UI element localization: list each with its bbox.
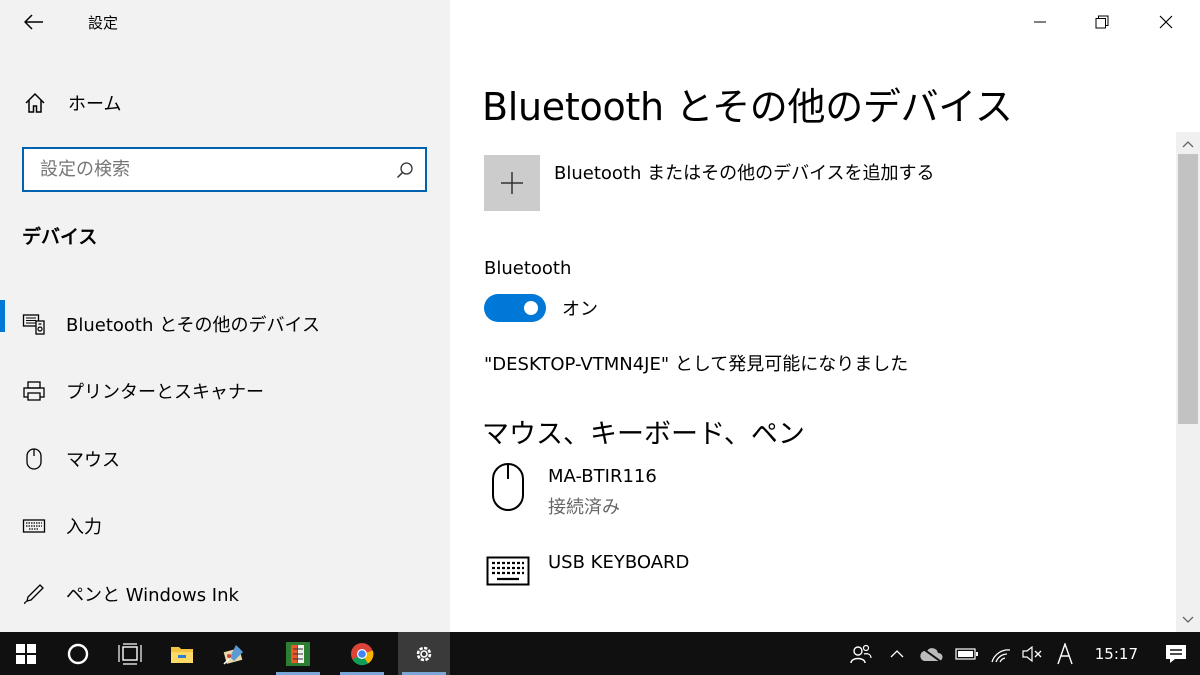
clock[interactable]: 15:17 [1081,632,1152,675]
cortana-circle-icon [67,643,89,664]
close-icon [1159,15,1173,29]
minimize-button[interactable] [1008,0,1072,44]
sidebar-item-label: ペンと Windows Ink [66,584,239,606]
sidebar-item-mouse[interactable]: マウス [0,425,450,493]
home-label: ホーム [68,94,122,115]
volume-muted-icon [1022,645,1042,662]
task-view-icon [118,642,142,665]
taskbar-settings[interactable] [398,632,450,675]
sidebar-item-label: マウス [66,449,120,471]
gear-icon [416,646,432,661]
sidebar-nav: Bluetooth とその他のデバイス プリンターとスキャナー マウス 入力 ペ… [0,290,450,628]
device-name: MA-BTIR116 [548,466,657,487]
window-title: 設定 [88,14,119,32]
chevron-up-icon [1182,141,1194,148]
section-title: デバイス [22,226,98,248]
start-button[interactable] [0,632,52,675]
mouse-icon [22,447,46,471]
bluetooth-toggle[interactable] [484,294,546,322]
ime-indicator-icon [1057,642,1073,664]
notification-icon [1166,644,1186,663]
toggle-knob [524,301,538,315]
minimize-icon [1034,21,1046,23]
device-status: 接続済み [548,497,620,518]
show-hidden-icons-button[interactable] [881,632,913,675]
sidebar-item-pen[interactable]: ペンと Windows Ink [0,560,450,628]
sidebar-item-label: プリンターとスキャナー [66,382,264,404]
chrome-icon [351,642,374,665]
device-item-mouse[interactable]: MA-BTIR116 接続済み [484,462,657,519]
wifi-icon [991,648,1010,662]
sidebar-item-printers[interactable]: プリンターとスキャナー [0,358,450,426]
device-group-title: マウス、キーボード、ペン [482,419,805,450]
device-name: USB KEYBOARD [548,552,690,573]
page-title: Bluetooth とその他のデバイス [482,85,1013,129]
restore-button[interactable] [1070,0,1134,44]
paint-palette-icon [223,644,243,665]
taskbar-chrome[interactable] [336,632,388,675]
discoverable-text: "DESKTOP-VTMN4JE" として発見可能になりました [484,354,909,375]
input-indicator-button[interactable] [1049,632,1081,675]
home-nav-item[interactable]: ホーム [22,88,121,118]
onedrive-tray-button[interactable] [913,632,949,675]
task-view-button[interactable] [104,632,156,675]
windows-logo-icon [16,643,36,664]
printer-icon [22,379,46,403]
scroll-up-button[interactable] [1176,132,1200,156]
vertical-scrollbar[interactable] [1176,132,1200,632]
folder-icon [171,646,193,663]
add-device-tile[interactable] [484,155,540,211]
plus-icon [501,172,523,194]
keyboard-icon [22,514,46,538]
add-device-button[interactable]: Bluetooth またはその他のデバイスを追加する [484,155,935,211]
people-icon [850,644,872,663]
scroll-thumb[interactable] [1178,154,1198,424]
back-arrow-icon [24,14,43,30]
chevron-down-icon [1182,616,1194,623]
bluetooth-label: Bluetooth [484,258,572,279]
taskbar-pinned-app[interactable] [272,632,324,675]
search-input[interactable] [24,149,385,190]
add-device-label: Bluetooth またはその他のデバイスを追加する [554,163,935,184]
scroll-down-button[interactable] [1176,608,1200,632]
network-tray-button[interactable] [985,632,1017,675]
mouse-icon [484,462,532,518]
device-item-keyboard[interactable]: USB KEYBOARD [484,548,689,604]
toggle-state-label: オン [562,299,598,320]
bluetooth-devices-icon [22,312,46,336]
search-box[interactable] [22,147,427,192]
taskbar-paint-app[interactable] [208,632,260,675]
pen-icon [22,582,46,606]
sidebar-item-label: Bluetooth とその他のデバイス [66,314,321,336]
restore-icon [1095,15,1109,29]
close-button[interactable] [1134,0,1198,44]
volume-tray-button[interactable] [1017,632,1049,675]
search-icon[interactable] [385,161,425,179]
cortana-button[interactable] [52,632,104,675]
home-icon [22,90,48,116]
battery-icon [955,647,978,660]
app-tile-icon [286,641,310,666]
system-tray: 15:17 [841,632,1200,675]
keyboard-icon [484,548,532,604]
battery-tray-button[interactable] [949,632,985,675]
sidebar-item-typing[interactable]: 入力 [0,493,450,561]
sidebar-item-bluetooth[interactable]: Bluetooth とその他のデバイス [0,290,450,358]
taskbar-file-explorer[interactable] [156,632,208,675]
bluetooth-toggle-row: オン [484,294,598,322]
back-button[interactable] [20,8,48,36]
action-center-button[interactable] [1152,632,1200,675]
chevron-up-icon [890,649,904,657]
settings-sidebar: 設定 ホーム デバイス [0,0,450,632]
taskbar: 15:17 [0,632,1200,675]
people-button[interactable] [841,632,881,675]
sidebar-item-label: 入力 [66,517,102,539]
cloud-offline-icon [920,646,943,662]
